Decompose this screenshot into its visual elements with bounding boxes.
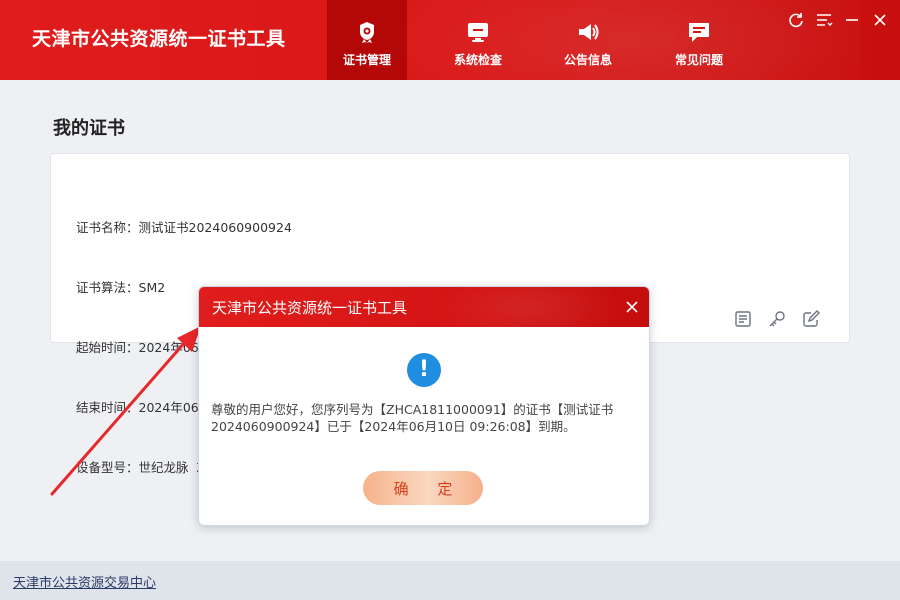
dialog-header: 天津市公共资源统一证书工具 (199, 287, 649, 327)
dialog-title: 天津市公共资源统一证书工具 (212, 299, 408, 317)
refresh-icon[interactable] (787, 11, 805, 29)
tab-faq[interactable]: 常见问题 (659, 0, 739, 80)
edit-icon[interactable] (801, 309, 821, 329)
megaphone-icon (576, 20, 600, 44)
tab-system-check[interactable]: 系统检查 (438, 0, 518, 80)
chat-bubble-icon (687, 20, 711, 44)
app-header: 天津市公共资源统一证书工具 证书管理 系统检查 公告信息 常见问题 (0, 0, 900, 80)
tab-announcements[interactable]: 公告信息 (548, 0, 628, 80)
cert-row-label: 证书名称： (76, 220, 139, 235)
dialog-close-icon[interactable] (623, 298, 641, 316)
cert-row-value: 测试证书2024060900924 (138, 220, 292, 235)
cert-row-label: 设备型号： (76, 460, 139, 475)
dialog-message: 尊敬的用户您好，您序列号为【ZHCA1811000091】的证书【测试证书202… (211, 402, 614, 434)
certificate-details-icon[interactable] (733, 309, 753, 329)
page-title: 我的证书 (53, 118, 125, 139)
ok-button[interactable]: 确 定 (363, 471, 483, 505)
tab-label: 公告信息 (563, 53, 612, 67)
close-icon[interactable] (871, 11, 889, 29)
tab-label: 系统检查 (453, 53, 502, 67)
cert-row-label: 结束时间： (76, 400, 139, 415)
certificate-badge-icon (355, 20, 379, 44)
cert-row-value: SM2 (138, 280, 166, 295)
cert-row-label: 起始时间： (76, 340, 139, 355)
footer-link[interactable]: 天津市公共资源交易中心 (13, 572, 156, 591)
app-title: 天津市公共资源统一证书工具 (32, 28, 286, 50)
minimize-icon[interactable] (843, 11, 861, 29)
expiry-dialog: 天津市公共资源统一证书工具 ! 尊敬的用户您好，您序列号为【ZHCA181100… (198, 286, 650, 526)
menu-icon[interactable] (815, 11, 833, 29)
cert-row-label: 证书算法： (76, 280, 139, 295)
tab-label: 证书管理 (342, 53, 391, 67)
exclamation-icon: ! (407, 353, 441, 387)
key-icon[interactable] (767, 309, 787, 329)
tab-certificate-management[interactable]: 证书管理 (327, 0, 407, 80)
footer: 天津市公共资源交易中心 (0, 561, 900, 600)
tab-label: 常见问题 (674, 53, 723, 67)
monitor-icon (466, 20, 490, 44)
cert-row-name: 证书名称：测试证书2024060900924 (76, 218, 311, 238)
